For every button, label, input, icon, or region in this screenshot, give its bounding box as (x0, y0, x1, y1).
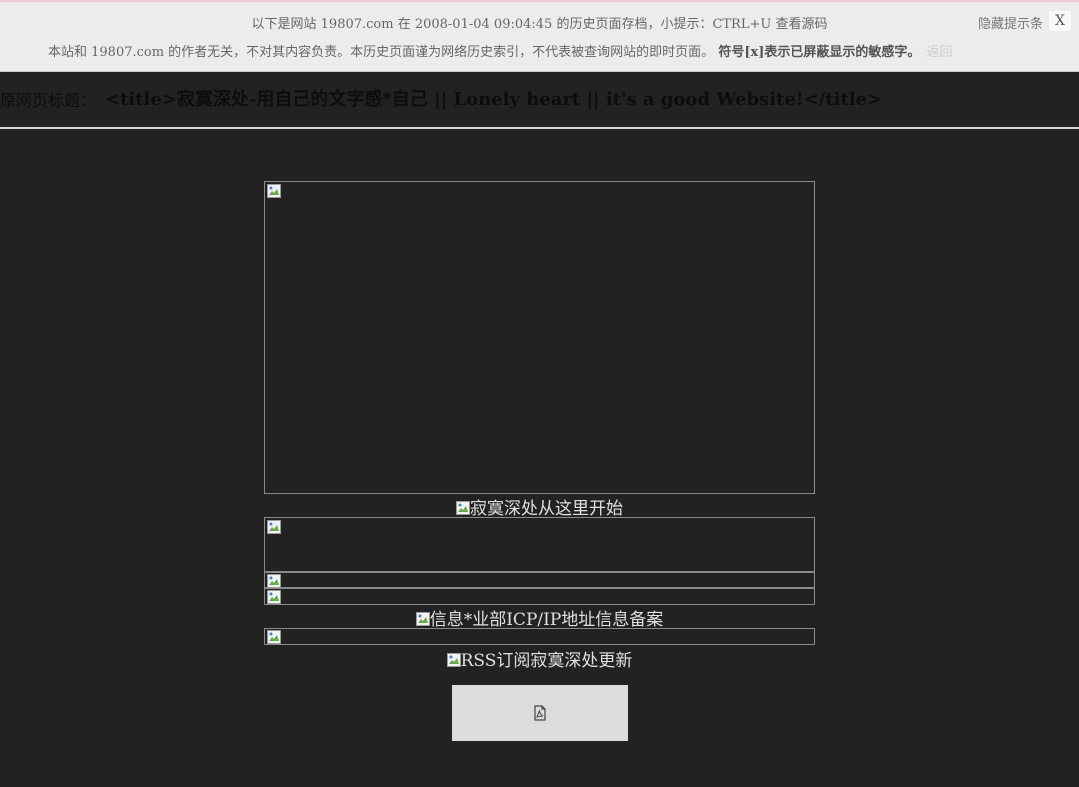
start-here-alt-text: 寂寞深处从这里开始 (470, 499, 623, 519)
banner-image (264, 181, 815, 494)
broken-image-icon (267, 630, 281, 644)
disclaimer-prefix: 本站和 19807.com 的作者无关，不对其内容负责。本历史页面谨为网络历史索… (48, 45, 715, 60)
original-title-row: 原网页标题： <title>寂寞深处-用自己的文字感*自己 || Lonely … (0, 73, 1079, 129)
broken-image-icon (456, 501, 470, 515)
embedded-object-placeholder[interactable] (452, 685, 628, 741)
broken-image-icon (267, 184, 281, 198)
icp-alt-text: 信息*业部ICP/IP地址信息备案 (429, 610, 664, 630)
broken-image-icon (446, 653, 461, 667)
original-title-value: <title>寂寞深处-用自己的文字感*自己 || Lonely heart |… (105, 89, 883, 110)
disclaimer-text: 本站和 19807.com 的作者无关，不对其内容负责。本历史页面谨为网络历史索… (48, 41, 953, 60)
strip-image-1 (264, 572, 815, 588)
archive-notice-bar: 以下是网站 19807.com 在 2008-01-04 09:04:45 的历… (0, 0, 1079, 72)
strip-image-2 (264, 588, 815, 605)
broken-image-icon (267, 520, 281, 534)
close-notice-button[interactable]: X (1049, 11, 1071, 31)
pdf-file-icon (534, 705, 546, 721)
back-link[interactable]: 返回 (927, 45, 953, 60)
broken-image-icon (267, 590, 281, 604)
broken-image-icon (267, 574, 281, 588)
broken-image-icon (415, 612, 430, 626)
original-title-label: 原网页标题： (0, 91, 97, 110)
icp-record-link[interactable]: 信息*业部ICP/IP地址信息备案 (0, 605, 1079, 630)
strip-image-3 (264, 628, 815, 645)
rss-alt-text: RSS订阅寂寞深处更新 (460, 651, 633, 671)
sensitive-word-note: 符号[x]表示已屏蔽显示的敏感字。 (718, 45, 921, 60)
rss-subscribe-link[interactable]: RSS订阅寂寞深处更新 (0, 646, 1079, 671)
hide-notice-link[interactable]: 隐藏提示条 (978, 13, 1043, 32)
nav-image[interactable] (264, 517, 815, 572)
archive-info-text: 以下是网站 19807.com 在 2008-01-04 09:04:45 的历… (251, 17, 828, 32)
start-here-image[interactable]: 寂寞深处从这里开始 (0, 494, 1079, 519)
